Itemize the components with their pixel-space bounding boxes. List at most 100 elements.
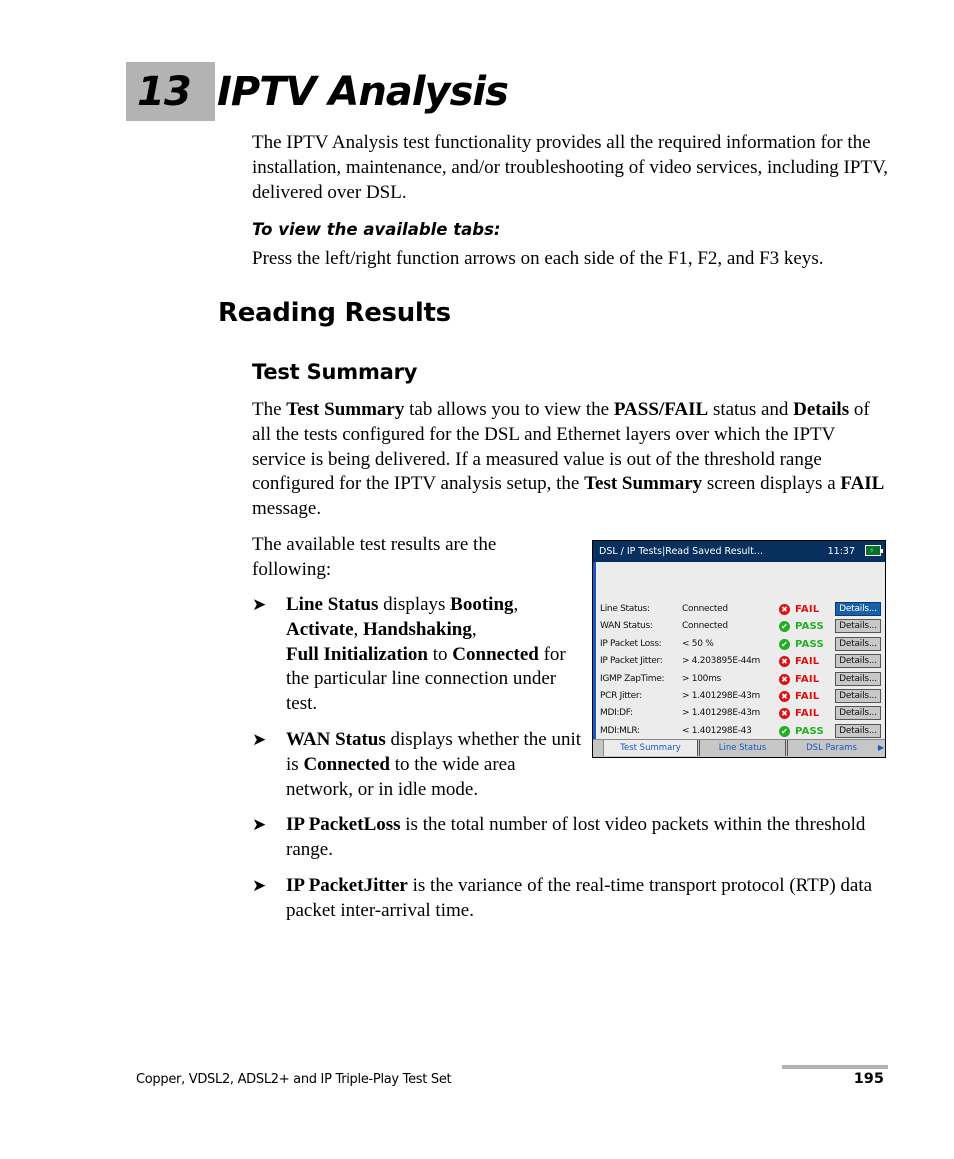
bullet-text: IP PacketLoss is the total number of los… [286, 813, 876, 863]
bullet-text: Line Status displays Booting, Activate, … [286, 593, 576, 717]
details-button[interactable]: Details... [835, 671, 881, 686]
result-value: > 1.401298E-43m [682, 691, 760, 701]
test-summary-paragraph: The Test Summary tab allows you to view … [252, 398, 888, 522]
bold-term: Connected [452, 643, 539, 665]
tab-test-summary[interactable]: Test Summary [603, 740, 697, 756]
result-label: IP Packet Loss: [600, 638, 662, 649]
tab-dsl-params[interactable]: DSL Params [785, 740, 875, 756]
result-label: IP Packet Jitter: [600, 656, 663, 667]
bold-term: IP PacketLoss [286, 814, 401, 835]
result-value: < 1.401298E-43 [682, 725, 752, 736]
fail-x-icon: ✖ [779, 656, 790, 668]
bold-term: FAIL [840, 473, 885, 495]
result-label: Line Status: [600, 604, 650, 614]
pass-check-icon: ✔ [779, 621, 790, 633]
footer-title: Copper, VDSL2, ADSL2+ and IP Triple-Play… [136, 1072, 452, 1087]
list-intro: The available test results are the follo… [252, 534, 497, 580]
bullet-arrow-icon: ➤ [252, 730, 267, 749]
text: displays [378, 594, 451, 615]
text: status and [708, 399, 794, 420]
status-badge: FAIL [795, 656, 820, 668]
details-button[interactable]: Details... [835, 706, 881, 721]
result-label: PCR Jitter: [600, 691, 642, 701]
tab-scroll-right-icon[interactable]: ▶ [878, 740, 884, 756]
details-button[interactable]: Details... [835, 636, 881, 651]
pass-check-icon: ✔ [779, 638, 790, 650]
result-value: > 4.203895E-44m [682, 656, 760, 667]
text: message. [252, 498, 322, 520]
bold-term: Full Initialization [286, 643, 428, 665]
page-number: 195 [853, 1071, 884, 1087]
result-row: IP Packet Jitter: > 4.203895E-44m ✖ FAIL Det… [593, 653, 885, 670]
bullet-text: IP PacketJitter is the variance of the r… [286, 874, 892, 924]
bullet-arrow-icon: ➤ [252, 876, 267, 895]
tab-line-status[interactable]: Line Status [697, 740, 785, 756]
result-row: PCR Jitter: > 1.401298E-43m ✖ FAIL Details..… [593, 688, 885, 705]
status-badge: FAIL [795, 673, 820, 685]
result-value: Connected [682, 604, 728, 614]
result-value: > 100ms [682, 673, 721, 684]
bold-term: PASS/FAIL [613, 399, 709, 420]
details-button[interactable]: Details... [835, 689, 881, 703]
result-row: MDI:DF: > 1.401298E-43m ✖ FAIL Details... [593, 705, 885, 722]
plug-icon: ⚡ [869, 546, 875, 555]
result-row: IP Packet Loss: < 50 % ✔ PASS Details... [593, 636, 885, 653]
status-badge: FAIL [795, 708, 820, 720]
status-badge: PASS [795, 725, 824, 737]
result-value: Connected [682, 621, 728, 632]
details-button[interactable]: Details... [835, 654, 881, 669]
result-label: IGMP ZapTime: [600, 673, 665, 684]
bold-term: Booting [450, 594, 514, 615]
section-heading: Reading Results [218, 298, 451, 328]
text: The [252, 399, 287, 420]
text: , [471, 618, 477, 640]
status-badge: FAIL [795, 604, 820, 615]
bold-term: Connected [303, 753, 390, 775]
result-value: > 1.401298E-43m [682, 708, 760, 719]
bullet-text: WAN Status displays whether the unit is … [286, 728, 582, 802]
device-screenshot: DSL / IP Tests|Read Saved Result... 11:3… [592, 540, 886, 758]
fail-x-icon: ✖ [779, 708, 790, 720]
text: tab allows you to view the [404, 399, 614, 420]
text: to [428, 643, 453, 665]
bold-term: Handshaking [363, 618, 472, 640]
status-badge: PASS [795, 621, 824, 633]
status-badge: FAIL [795, 691, 820, 702]
bold-term: Details [793, 399, 850, 420]
result-value: < 50 % [682, 638, 714, 649]
pass-check-icon: ✔ [779, 725, 790, 737]
result-label: MDI:MLR: [600, 725, 640, 736]
details-button[interactable]: Details... [835, 723, 881, 738]
fail-x-icon: ✖ [779, 673, 790, 685]
bold-term: Test Summary [286, 399, 405, 420]
device-title: DSL / IP Tests|Read Saved Result... [599, 546, 763, 557]
bold-term: Line Status [286, 594, 379, 615]
fail-x-icon: ✖ [779, 691, 790, 702]
details-button[interactable]: Details... [835, 602, 881, 616]
chapter-number: 13 [137, 69, 192, 115]
device-clock: 11:37 [827, 546, 855, 557]
result-row: MDI:MLR: < 1.401298E-43 ✔ PASS Details... [593, 723, 885, 740]
bold-term: IP PacketJitter [286, 875, 408, 896]
result-row: WAN Status: Connected ✔ PASS Details... [593, 618, 885, 635]
text: , [513, 594, 519, 615]
bullet-arrow-icon: ➤ [252, 815, 267, 834]
text: screen displays a [702, 473, 841, 495]
text: , [353, 618, 364, 640]
subsection-heading: Test Summary [252, 360, 418, 384]
result-row: Line Status: Connected ✖ FAIL Details... [593, 601, 885, 618]
device-tab-bar: Test Summary Line Status DSL Params ▶ [593, 739, 885, 757]
status-badge: PASS [795, 638, 824, 650]
result-label: WAN Status: [600, 621, 653, 632]
fail-x-icon: ✖ [779, 604, 790, 615]
details-button[interactable]: Details... [835, 619, 881, 634]
bullet-arrow-icon: ➤ [252, 595, 267, 614]
battery-charging-icon: ⚡ [865, 545, 883, 556]
device-titlebar: DSL / IP Tests|Read Saved Result... 11:3… [593, 541, 885, 562]
procedure-heading: To view the available tabs: [252, 220, 501, 239]
result-label: MDI:DF: [600, 708, 633, 719]
procedure-step: Press the left/right function arrows on … [252, 248, 824, 269]
bold-term: WAN Status [286, 729, 386, 750]
chapter-title: IPTV Analysis [217, 69, 509, 115]
bold-term: Activate [286, 618, 354, 640]
